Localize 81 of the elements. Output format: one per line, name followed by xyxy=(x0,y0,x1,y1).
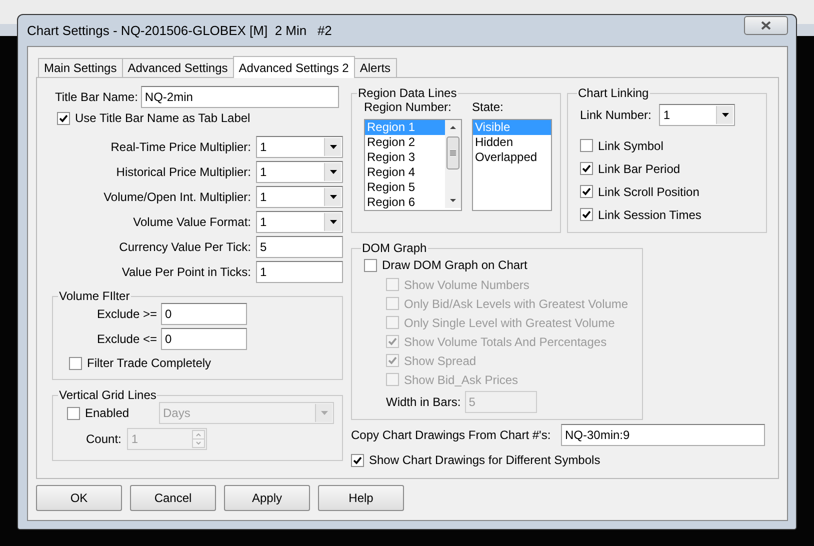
dropdown[interactable]: 1 xyxy=(256,136,343,158)
field-label: Copy Chart Drawings From Chart #'s: xyxy=(351,428,551,442)
field-label: Title Bar Name: xyxy=(55,90,138,104)
checkbox[interactable] xyxy=(69,356,82,370)
checkbox-label: Show Bid_Ask Prices xyxy=(404,372,518,386)
field-label: Exclude <= xyxy=(96,332,157,346)
field-label: Width in Bars: xyxy=(386,395,461,409)
list-item[interactable]: Hidden xyxy=(473,135,551,150)
checkbox-label: Only Bid/Ask Levels with Greatest Volume xyxy=(404,296,628,310)
list-item[interactable]: Overlapped xyxy=(473,150,551,165)
dropdown[interactable]: 1 xyxy=(256,161,343,183)
group-title: Chart Linking xyxy=(577,86,650,100)
scrollbar[interactable] xyxy=(445,120,461,208)
caret-icon xyxy=(330,195,336,199)
checkbox-label: Only Single Level with Greatest Volume xyxy=(404,316,615,330)
checkbox[interactable] xyxy=(580,185,593,198)
checkbox-label: Show Spread xyxy=(404,354,476,368)
field-label: Currency Value Per Tick: xyxy=(118,240,251,254)
checkbox[interactable] xyxy=(580,139,593,152)
dialog-button[interactable]: Cancel xyxy=(130,485,216,511)
close-icon xyxy=(761,21,771,30)
dialog-button[interactable]: OK xyxy=(36,485,122,511)
checkbox[interactable] xyxy=(580,162,593,175)
tab[interactable]: Advanced Settings xyxy=(122,58,234,77)
caret-icon xyxy=(330,145,336,149)
field-label: Historical Price Multiplier: xyxy=(115,165,251,179)
list-item[interactable]: Region 3 xyxy=(365,150,445,165)
checkbox[interactable] xyxy=(57,112,70,124)
checkbox-label: Filter Trade Completely xyxy=(87,356,212,370)
list-item[interactable]: Region 2 xyxy=(365,135,445,150)
list-item[interactable]: Region 6 xyxy=(365,195,445,210)
input-field[interactable]: 1 xyxy=(256,261,343,283)
list-item[interactable]: Region 4 xyxy=(365,165,445,180)
checkbox[interactable] xyxy=(580,208,593,221)
caret-icon xyxy=(330,170,336,174)
checkbox-label: Link Scroll Position xyxy=(598,184,700,198)
checkbox-label: Link Session Times xyxy=(598,208,702,222)
tab[interactable]: Advanced Settings 2 xyxy=(232,56,355,78)
checkbox-label: Show Chart Drawings for Different Symbols xyxy=(369,453,600,467)
checkbox-label: Enabled xyxy=(85,406,130,420)
list-label: State: xyxy=(472,100,504,114)
field-label: Count: xyxy=(86,432,122,446)
checkbox-label: Link Symbol xyxy=(598,138,664,152)
field-label: Volume/Open Int. Multiplier: xyxy=(102,190,251,204)
dropdown[interactable]: 1 xyxy=(256,211,343,233)
field-label: Value Per Point in Ticks: xyxy=(120,265,251,279)
group-title: Region Data Lines xyxy=(357,86,458,100)
caret-icon xyxy=(722,113,729,117)
checkbox[interactable] xyxy=(67,406,80,420)
tab[interactable]: Alerts xyxy=(354,58,397,77)
input-field[interactable]: NQ-30min:9 xyxy=(561,424,765,446)
checkbox[interactable] xyxy=(364,258,377,272)
group-title: Vertical Grid Lines xyxy=(58,388,158,402)
checkbox-label: Link Bar Period xyxy=(598,162,680,176)
field-label: Volume Value Format: xyxy=(132,215,251,229)
field-label: Exclude >= xyxy=(96,307,157,321)
list-label: Region Number: xyxy=(364,100,452,114)
tab[interactable]: Main Settings xyxy=(38,58,123,77)
group-title: Volume FIlter xyxy=(58,289,131,303)
input-field[interactable]: 0 xyxy=(161,328,247,350)
checkbox[interactable] xyxy=(351,454,364,466)
input-field[interactable]: 5 xyxy=(256,236,343,258)
checkbox-label: Show Volume Totals And Percentages xyxy=(404,334,607,348)
caret-icon xyxy=(330,220,336,224)
dialog-button[interactable]: Help xyxy=(318,485,404,511)
dropdown[interactable]: 1 xyxy=(256,186,343,208)
dialog-button[interactable]: Apply xyxy=(224,485,310,511)
input-field[interactable]: NQ-2min xyxy=(140,86,339,108)
group-title: DOM Graph xyxy=(361,241,428,255)
caret-icon xyxy=(320,411,328,415)
list-item[interactable]: Region 5 xyxy=(365,180,445,195)
field-label: Link Number: xyxy=(580,108,652,122)
checkbox-label: Show Volume Numbers xyxy=(404,278,530,292)
input-field[interactable]: 0 xyxy=(161,303,247,325)
window-title: Chart Settings - NQ-201506-GLOBEX [M] 2 Min #2 xyxy=(27,23,332,38)
checkbox-label: Draw DOM Graph on Chart xyxy=(382,258,528,272)
field-label: Real-Time Price Multiplier: xyxy=(110,140,251,154)
spinner-arrows-icon xyxy=(192,430,206,448)
checkbox-label: Use Title Bar Name as Tab Label xyxy=(75,111,250,125)
close-button[interactable] xyxy=(744,16,788,35)
dropdown[interactable]: 1 xyxy=(659,104,736,126)
